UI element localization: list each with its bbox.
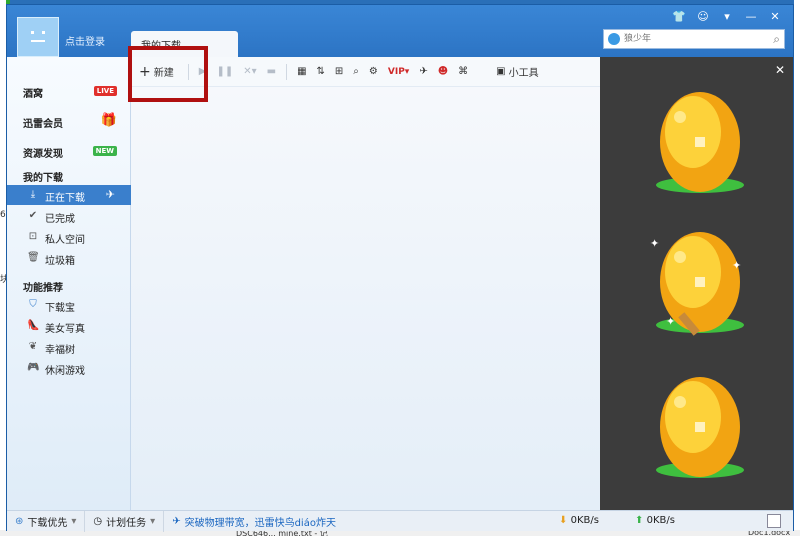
settings-icon[interactable]: ⚙ xyxy=(369,62,378,82)
thunder-bird-icon[interactable]: ✈ xyxy=(419,62,427,82)
xunlei-window: 点击登录 我的下载 👕 ☺ ▾ — ✕ ⌕ 酒窝 LIVE 迅雷会员 🎁 资源发… xyxy=(6,4,794,532)
search-input[interactable] xyxy=(624,31,760,47)
leaf-icon: ❦ xyxy=(28,341,38,352)
toolbar-divider xyxy=(286,63,288,80)
lock-icon: ⊡ xyxy=(28,231,38,242)
close-icon[interactable]: ✕ xyxy=(767,9,783,25)
ad-close-icon[interactable]: ✕ xyxy=(775,63,785,77)
sidebar-item-private[interactable]: ⊡ 私人空间 xyxy=(7,227,131,247)
tools-label: 小工具 xyxy=(508,68,539,79)
promo-text: 突破物理带宽，迅雷快鸟diáo炸天 xyxy=(184,517,336,529)
sparkle-icon: ✦ xyxy=(650,237,660,250)
download-icon: ⤓ xyxy=(30,189,36,200)
priority-dropdown[interactable]: ⊛ 下载优先 ▾ xyxy=(7,510,86,532)
grid-view-icon[interactable]: ▦ xyxy=(297,62,306,82)
highlight-box xyxy=(128,46,208,102)
sidebar-item-downloading[interactable]: ⤓ 正在下载 ✈ xyxy=(7,185,131,205)
sidebar-item-jiuwo[interactable]: 酒窝 LIVE xyxy=(7,77,131,107)
new-badge: NEW xyxy=(92,146,117,156)
bird-icon: ✈ xyxy=(105,188,115,201)
login-link[interactable]: 点击登录 xyxy=(65,33,105,48)
sidebar-item-games[interactable]: 🎮 休闲游戏 xyxy=(7,358,131,378)
search-engine-icon xyxy=(608,33,620,45)
sidebar-item-label: 美女写真 xyxy=(45,324,85,335)
gift-icon: 🎁 xyxy=(100,113,117,128)
search-box: ⌕ xyxy=(603,29,785,49)
sidebar-item-label: 私人空间 xyxy=(45,235,85,246)
sidebar-item-label: 资源发现 xyxy=(23,149,63,160)
sparkle-icon: ✦ xyxy=(666,315,676,328)
sparkle-icon: ✦ xyxy=(732,259,742,272)
user-icon[interactable]: ☺ xyxy=(695,9,711,25)
bird-icon: ✈ xyxy=(172,515,181,527)
upload-speed-value: 0KB/s xyxy=(646,515,675,526)
game-icon[interactable]: ⌘ xyxy=(458,62,468,82)
download-list-area: + 新建 ▶ ❚❚ ✕▾ ▬ ▦ ⇅ ⊞ ⌕ ⚙ VIP▾ ✈ ☻ ⌘ ▣ 小工… xyxy=(131,57,600,510)
sidebar-item-discover[interactable]: 资源发现 NEW xyxy=(7,137,131,167)
promo-link[interactable]: ✈ 突破物理带宽，迅雷快鸟diáo炸天 xyxy=(164,511,344,532)
sidebar-item-label: 幸福树 xyxy=(45,345,75,356)
priority-icon: ⊛ xyxy=(15,515,24,527)
sidebar-item-label: 下载宝 xyxy=(45,303,75,314)
sidebar-item-label: 正在下载 xyxy=(45,193,85,204)
toolbox-icon: ▣ xyxy=(496,66,506,77)
priority-label: 下载优先 xyxy=(27,517,68,529)
vip-icon[interactable]: VIP▾ xyxy=(388,62,409,82)
sidebar-item-label: 酒窝 xyxy=(23,89,43,100)
sort-icon[interactable]: ⇅ xyxy=(317,62,325,82)
shirt-icon[interactable]: 👕 xyxy=(671,9,687,25)
heel-icon: 👠 xyxy=(27,320,40,331)
chevron-down-icon: ▾ xyxy=(71,515,77,527)
tools-button[interactable]: ▣ 小工具 xyxy=(496,62,538,82)
upload-speed: ⬆ 0KB/s xyxy=(635,515,675,526)
golden-egg-2[interactable] xyxy=(650,227,750,337)
trash-icon: 🗑 xyxy=(27,252,40,263)
download-speed: ⬇ 0KB/s xyxy=(559,515,599,526)
sidebar-item-label: 垃圾箱 xyxy=(45,256,75,267)
golden-egg-1[interactable] xyxy=(650,87,750,197)
sidebar-item-label: 已完成 xyxy=(45,214,75,225)
search-icon[interactable]: ⌕ xyxy=(773,32,780,47)
info-icon[interactable]: ⊞ xyxy=(335,62,343,82)
delete-icon[interactable]: ✕▾ xyxy=(243,62,256,82)
golden-egg-3[interactable] xyxy=(650,372,750,482)
avatar-face-icon xyxy=(31,31,45,42)
sidebar: 酒窝 LIVE 迅雷会员 🎁 资源发现 NEW 我的下载 ⤓ 正在下载 ✈ ✔ … xyxy=(7,57,131,510)
shield-icon: ⛉ xyxy=(29,299,37,310)
minimize-icon[interactable]: — xyxy=(743,9,759,25)
desktop-right-edge xyxy=(794,0,800,536)
find-icon[interactable]: ⌕ xyxy=(353,62,359,82)
live-badge: LIVE xyxy=(93,86,117,96)
sidebar-item-tree[interactable]: ❦ 幸福树 xyxy=(7,337,131,357)
sidebar-item-completed[interactable]: ✔ 已完成 xyxy=(7,206,131,226)
up-arrow-icon: ⬆ xyxy=(635,515,644,526)
gamepad-icon: 🎮 xyxy=(27,362,40,373)
mascot-icon[interactable]: ☻ xyxy=(438,62,448,82)
check-icon: ✔ xyxy=(28,210,38,221)
window-controls: 👕 ☺ ▾ — ✕ xyxy=(671,9,783,25)
avatar[interactable] xyxy=(17,17,59,57)
clock-icon: ◷ xyxy=(93,515,103,527)
ad-panel[interactable]: ✕ ✦ ✦ ✦ xyxy=(600,57,793,510)
sidebar-item-photos[interactable]: 👠 美女写真 xyxy=(7,316,131,336)
menu-icon[interactable]: ▾ xyxy=(719,9,735,25)
chevron-down-icon: ▾ xyxy=(150,515,156,527)
features-heading: 功能推荐 xyxy=(23,283,63,294)
pause-icon[interactable]: ❚❚ xyxy=(216,62,233,82)
my-downloads-heading: 我的下载 xyxy=(23,173,63,184)
folder-icon[interactable]: ▬ xyxy=(267,62,276,82)
download-speed-value: 0KB/s xyxy=(570,515,599,526)
desktop-left-number: 6 xyxy=(0,210,6,220)
sidebar-item-vip[interactable]: 迅雷会员 🎁 xyxy=(7,107,131,137)
sidebar-item-trash[interactable]: 🗑 垃圾箱 xyxy=(7,248,131,268)
down-arrow-icon: ⬇ xyxy=(559,515,568,526)
sidebar-item-label: 休闲游戏 xyxy=(45,366,85,377)
status-bar: ⊛ 下载优先 ▾ ◷ 计划任务 ▾ ✈ 突破物理带宽，迅雷快鸟diáo炸天 ⬇ … xyxy=(7,510,793,532)
schedule-dropdown[interactable]: ◷ 计划任务 ▾ xyxy=(85,510,165,532)
sidebar-item-xiazaibao[interactable]: ⛉ 下载宝 xyxy=(7,295,131,315)
sidebar-item-label: 迅雷会员 xyxy=(23,119,63,130)
title-bar: 点击登录 我的下载 👕 ☺ ▾ — ✕ ⌕ xyxy=(7,5,793,57)
panel-toggle-icon[interactable] xyxy=(767,514,781,528)
schedule-label: 计划任务 xyxy=(106,517,147,529)
